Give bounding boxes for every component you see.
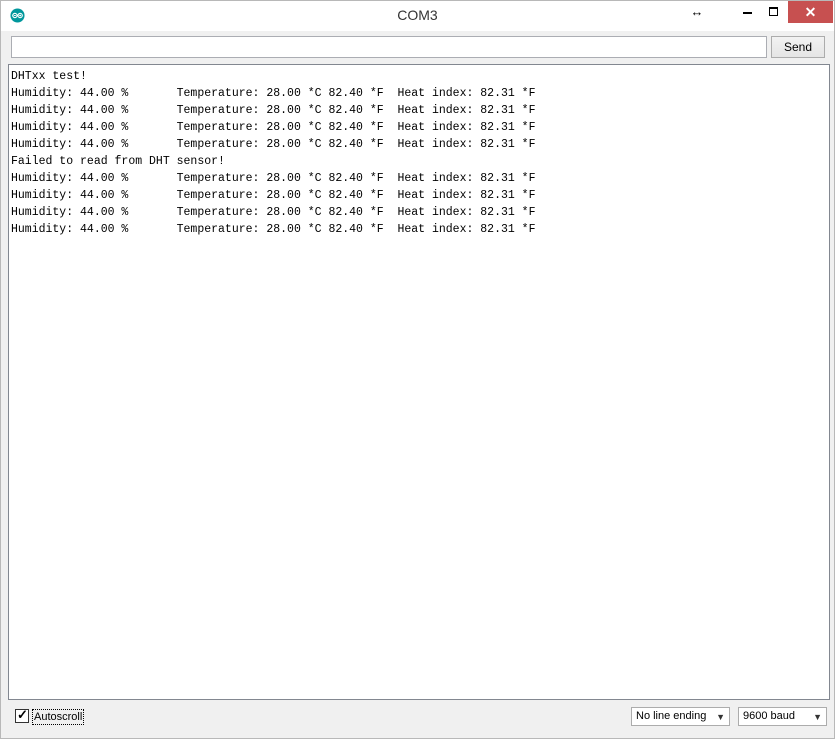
baud-rate-value: 9600 baud — [743, 710, 795, 722]
serial-output-line: Failed to read from DHT sensor! — [11, 155, 225, 168]
resize-arrows-icon[interactable]: ↔ — [685, 1, 709, 23]
maximize-button[interactable] — [761, 1, 787, 23]
autoscroll-label[interactable]: Autoscroll — [32, 709, 85, 725]
serial-output-line: Humidity: 44.00 % Temperature: 28.00 *C … — [11, 223, 536, 236]
serial-output-line: Humidity: 44.00 % Temperature: 28.00 *C … — [11, 138, 536, 151]
maximize-icon — [769, 7, 778, 16]
close-icon: ✕ — [804, 4, 817, 20]
serial-output-line: Humidity: 44.00 % Temperature: 28.00 *C … — [11, 104, 536, 117]
serial-output-line: DHTxx test! — [11, 70, 87, 83]
serial-output-line: Humidity: 44.00 % Temperature: 28.00 *C … — [11, 87, 536, 100]
window-title: COM3 — [397, 7, 438, 23]
serial-output-lines: DHTxx test! Humidity: 44.00 % Temperature… — [11, 68, 536, 238]
send-button[interactable]: Send — [771, 36, 825, 58]
serial-send-input[interactable] — [11, 36, 767, 58]
chevron-down-icon: ▼ — [813, 712, 822, 722]
checkbox-box[interactable]: ✓ — [15, 707, 29, 723]
minimize-button[interactable] — [735, 1, 761, 23]
title-bar[interactable]: COM3 ↔ ✕ — [1, 1, 834, 31]
baud-rate-select[interactable]: 9600 baud ▼ — [738, 707, 827, 726]
serial-monitor-window: COM3 ↔ ✕ Send DHTxx test! Humidity: 44.00… — [0, 0, 835, 739]
serial-output-line: Humidity: 44.00 % Temperature: 28.00 *C … — [11, 206, 536, 219]
chevron-down-icon: ▼ — [716, 712, 725, 722]
line-ending-select[interactable]: No line ending ▼ — [631, 707, 730, 726]
serial-output-line: Humidity: 44.00 % Temperature: 28.00 *C … — [11, 172, 536, 185]
close-button[interactable]: ✕ — [788, 1, 833, 23]
checkmark-icon: ✓ — [17, 707, 28, 722]
line-ending-value: No line ending — [636, 710, 707, 722]
serial-output-line: Humidity: 44.00 % Temperature: 28.00 *C … — [11, 189, 536, 202]
minimize-icon — [743, 12, 752, 14]
serial-output-line: Humidity: 44.00 % Temperature: 28.00 *C … — [11, 121, 536, 134]
status-bar: ✓ Autoscroll No line ending ▼ 9600 baud … — [1, 701, 834, 738]
serial-output-area[interactable]: DHTxx test! Humidity: 44.00 % Temperature… — [8, 64, 830, 700]
